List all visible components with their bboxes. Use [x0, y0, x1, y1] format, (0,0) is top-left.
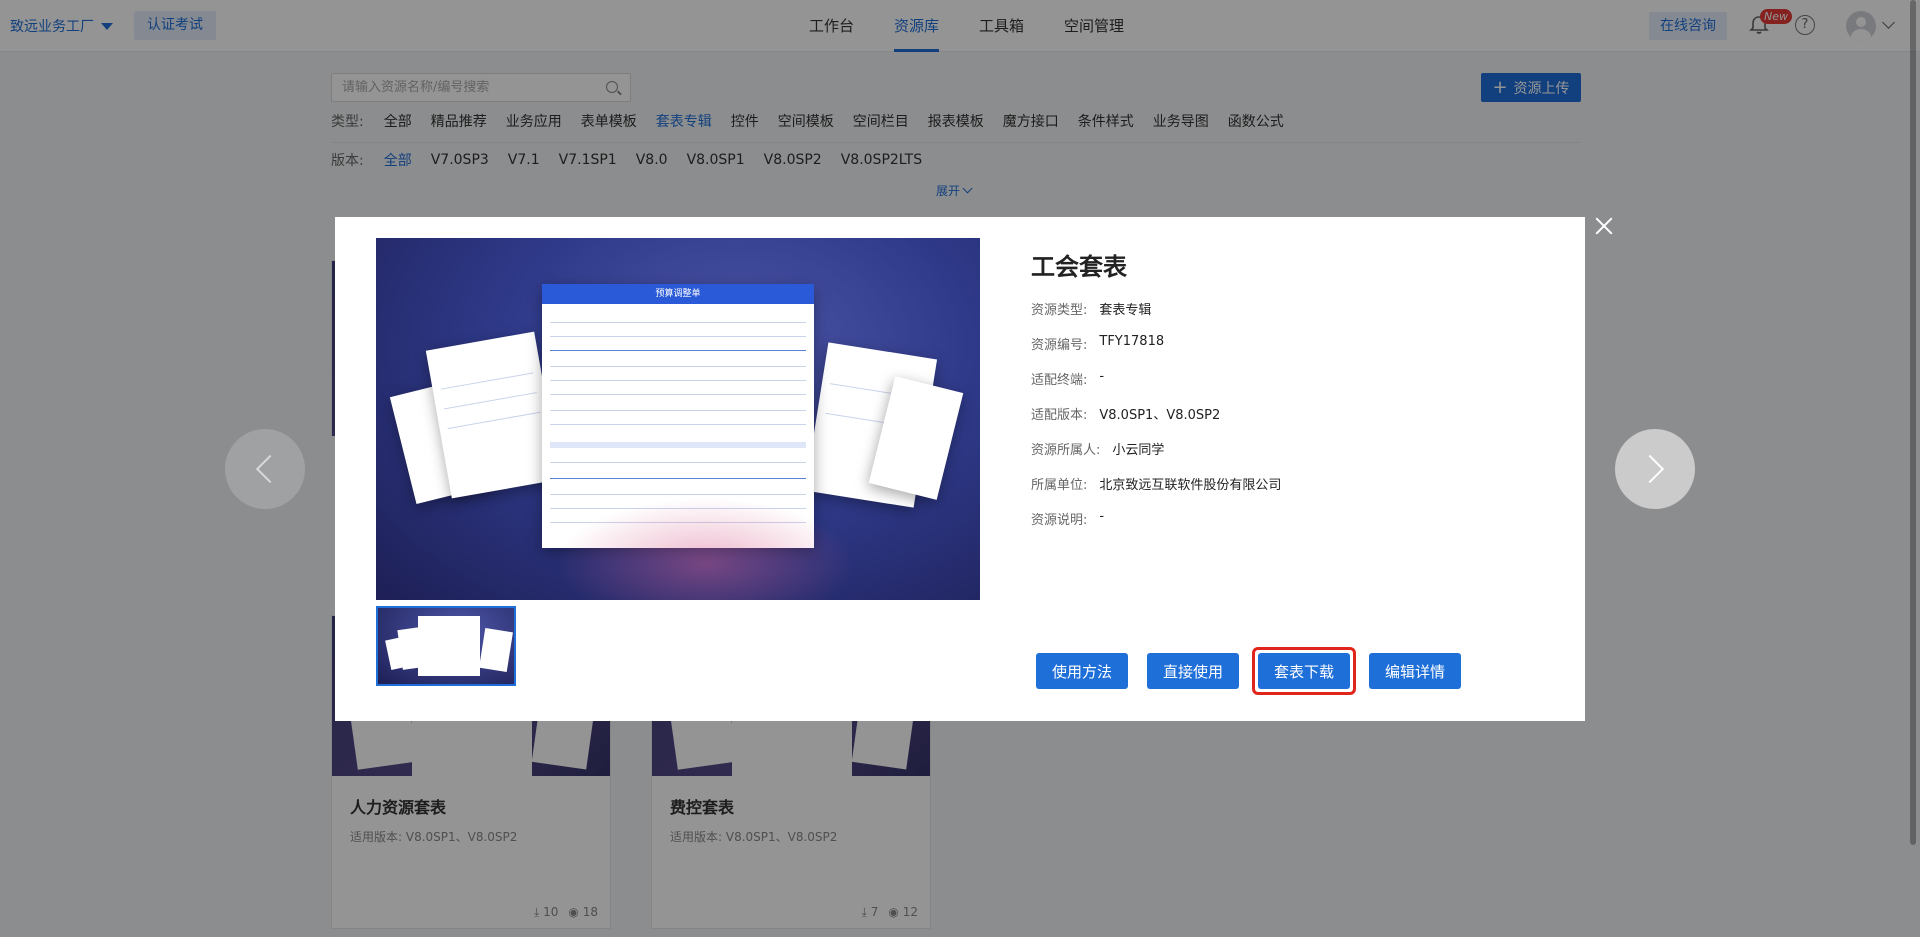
info-row-version: 适配版本: V8.0SP1、V8.0SP2 [1031, 404, 1281, 439]
close-icon[interactable] [1593, 215, 1615, 237]
edit-detail-button[interactable]: 编辑详情 [1369, 653, 1462, 689]
preview-thumbnail[interactable] [376, 606, 516, 686]
info-label: 适配终端: [1031, 373, 1088, 388]
usage-button[interactable]: 使用方法 [1036, 653, 1129, 689]
previous-button[interactable] [225, 429, 305, 509]
chevron-left-icon [255, 454, 285, 484]
preview-doc-title: 预算调整单 [542, 284, 814, 304]
chevron-right-icon [1635, 454, 1665, 484]
info-label: 所属单位: [1031, 478, 1088, 493]
next-button[interactable] [1615, 429, 1695, 509]
resource-info: 资源类型: 套表专辑 资源编号: TFY17818 适配终端: - 适配版本: … [1031, 299, 1281, 544]
info-value: TFY17818 [1099, 334, 1165, 349]
info-label: 资源所属人: [1031, 443, 1101, 458]
scrollbar[interactable] [1910, 0, 1916, 845]
preview-document: 预算调整单 [542, 284, 814, 548]
info-value: - [1099, 369, 1105, 384]
resource-detail-modal: 预算调整单 工会套表 资源类型: 套表专辑 资源编号: TFY17818 适配终… [335, 217, 1585, 721]
preview-image: 预算调整单 [376, 238, 980, 600]
download-highlight: 套表下载 [1252, 647, 1357, 695]
info-row-unit: 所属单位: 北京致远互联软件股份有限公司 [1031, 474, 1281, 509]
info-row-description: 资源说明: - [1031, 509, 1281, 544]
info-value: V8.0SP1、V8.0SP2 [1099, 408, 1221, 423]
info-row-terminal: 适配终端: - [1031, 369, 1281, 404]
info-value: 套表专辑 [1099, 303, 1152, 318]
info-label: 适配版本: [1031, 408, 1088, 423]
suite-download-button[interactable]: 套表下载 [1258, 653, 1351, 689]
info-row-owner: 资源所属人: 小云同学 [1031, 439, 1281, 474]
info-label: 资源说明: [1031, 513, 1088, 528]
info-value: 小云同学 [1112, 443, 1165, 458]
resource-title: 工会套表 [1031, 253, 1127, 281]
info-value: 北京致远互联软件股份有限公司 [1099, 478, 1282, 493]
info-label: 资源类型: [1031, 303, 1088, 318]
info-row-type: 资源类型: 套表专辑 [1031, 299, 1281, 334]
info-row-id: 资源编号: TFY17818 [1031, 334, 1281, 369]
info-label: 资源编号: [1031, 338, 1088, 353]
direct-use-button[interactable]: 直接使用 [1147, 653, 1240, 689]
modal-actions: 使用方法 直接使用 套表下载 编辑详情 [1036, 647, 1462, 695]
info-value: - [1099, 509, 1105, 524]
